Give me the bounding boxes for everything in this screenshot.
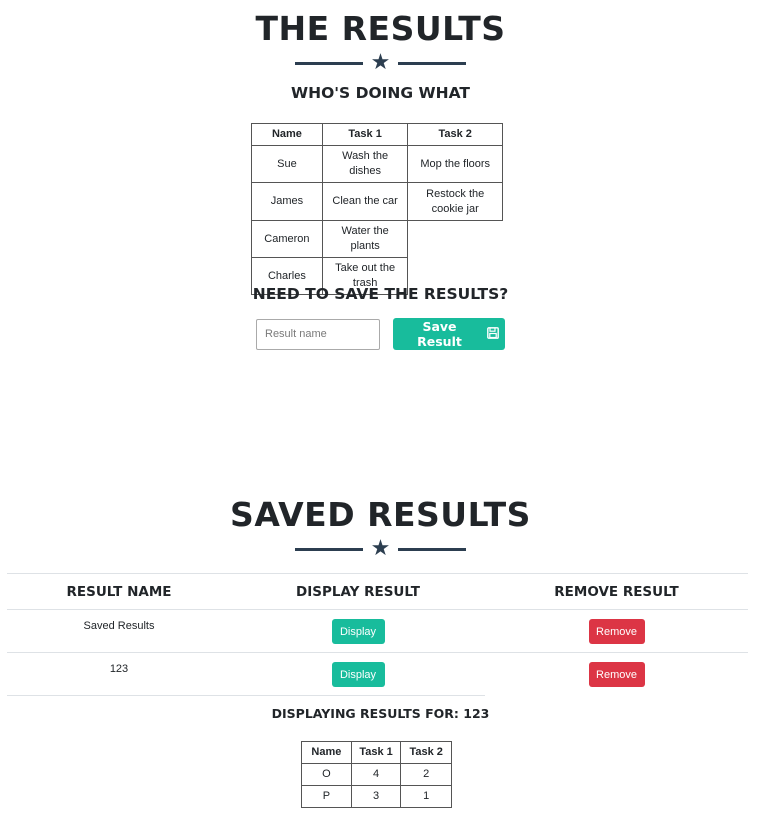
column-header-task2: Task 2 (400, 741, 452, 764)
divider-line-left (294, 61, 363, 65)
display-table-wrap: Name Task 1 Task 2 O 4 2 P 3 1 (0, 741, 761, 808)
table-row: Cameron Water the plants (251, 220, 503, 258)
table-cell: Water the plants (321, 220, 409, 258)
star-icon: ★ (370, 50, 391, 75)
save-result-button[interactable]: Save Result (393, 318, 505, 350)
saved-result-row: Saved Results Display Remove (7, 609, 748, 653)
table-cell: Sue (251, 145, 323, 183)
saved-result-name: 123 (109, 663, 129, 675)
save-form: Save Result (0, 318, 761, 350)
divider-line-right (398, 61, 467, 65)
saved-result-name-cell: Saved Results (7, 609, 231, 653)
remove-cell: Remove (485, 653, 748, 696)
table-row: P 3 1 (301, 785, 452, 808)
table-cell: 1 (400, 785, 452, 808)
column-header-name: Name (251, 123, 323, 146)
results-header: THE RESULTS (0, 12, 761, 45)
save-prompt: NEED TO SAVE THE RESULTS? (252, 285, 509, 303)
saved-results-title: SAVED RESULTS (230, 495, 531, 534)
table-cell: Clean the car (321, 182, 409, 221)
display-cell: Display (231, 652, 485, 696)
saved-results-table: RESULT NAME DISPLAY RESULT REMOVE RESULT… (7, 573, 748, 696)
divider-line-left (294, 547, 363, 551)
column-header-name: Name (301, 741, 352, 764)
task-table-wrap: Name Task 1 Task 2 Sue Wash the dishes M… (0, 123, 761, 295)
column-header-remove-result: REMOVE RESULT (485, 573, 748, 610)
result-name-input[interactable] (256, 318, 380, 350)
page: THE RESULTS ★ WHO'S DOING WHAT Name Task… (0, 0, 761, 820)
column-header-result-name: RESULT NAME (7, 573, 231, 610)
star-icon: ★ (370, 536, 391, 561)
table-cell: James (251, 182, 323, 221)
title-divider: ★ (0, 52, 761, 74)
saved-result-name-cell: 123 (7, 652, 231, 696)
divider-line-right (398, 547, 467, 551)
saved-title-divider: ★ (0, 538, 761, 560)
table-cell: Cameron (251, 220, 323, 258)
page-title: THE RESULTS (255, 9, 506, 48)
column-header-task1: Task 1 (350, 741, 402, 764)
display-button[interactable]: Display (331, 619, 385, 644)
table-cell: Restock the cookie jar (407, 182, 503, 221)
column-header-task1: Task 1 (321, 123, 409, 146)
task-table: Name Task 1 Task 2 Sue Wash the dishes M… (251, 123, 503, 295)
table-row: Sue Wash the dishes Mop the floors (251, 145, 503, 183)
table-row: James Clean the car Restock the cookie j… (251, 182, 503, 221)
table-cell: Wash the dishes (321, 145, 409, 183)
table-cell: 4 (350, 763, 402, 786)
display-cell: Display (231, 609, 485, 653)
remove-button[interactable]: Remove (588, 662, 645, 687)
displaying-results-heading: DISPLAYING RESULTS FOR: 123 (271, 706, 490, 721)
table-header-row: Name Task 1 Task 2 (251, 123, 503, 146)
results-subtitle: WHO'S DOING WHAT (291, 84, 470, 102)
saved-result-row: 123 Display Remove (7, 652, 748, 696)
table-cell: 3 (350, 785, 402, 808)
display-button[interactable]: Display (331, 662, 385, 687)
column-header-display-result: DISPLAY RESULT (231, 573, 485, 610)
save-prompt-wrap: NEED TO SAVE THE RESULTS? (0, 285, 761, 303)
save-button-label: Save Result (417, 319, 462, 349)
floppy-disk-icon (487, 326, 499, 342)
remove-cell: Remove (485, 609, 748, 653)
table-row: O 4 2 (301, 763, 452, 786)
table-cell-empty (408, 221, 503, 258)
saved-result-name: Saved Results (83, 620, 155, 632)
table-header-row: Name Task 1 Task 2 (301, 741, 452, 764)
table-cell: 2 (400, 763, 452, 786)
results-subtitle-wrap: WHO'S DOING WHAT (0, 84, 761, 102)
column-header-task2: Task 2 (407, 123, 503, 146)
saved-table-header-row: RESULT NAME DISPLAY RESULT REMOVE RESULT (7, 573, 748, 610)
remove-button[interactable]: Remove (588, 619, 645, 644)
display-results-table: Name Task 1 Task 2 O 4 2 P 3 1 (301, 741, 452, 808)
table-cell: O (301, 763, 352, 786)
displaying-heading-wrap: DISPLAYING RESULTS FOR: 123 (0, 706, 761, 721)
table-cell: P (301, 785, 352, 808)
table-cell: Mop the floors (407, 145, 503, 183)
saved-header: SAVED RESULTS (0, 498, 761, 531)
